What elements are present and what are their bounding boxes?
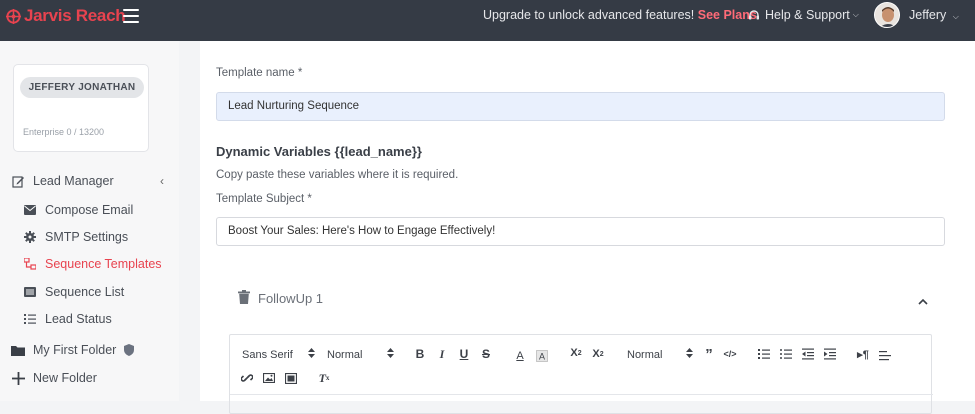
sitemap-icon xyxy=(23,257,37,271)
brand-name: Jarvis Reach xyxy=(24,6,126,25)
tasks-icon xyxy=(23,312,37,326)
sidebar-item-lead-status[interactable]: Lead Status xyxy=(23,312,112,326)
video-icon[interactable] xyxy=(283,370,299,386)
sort-arrows-icon[interactable] xyxy=(387,348,394,358)
envelope-icon xyxy=(23,203,37,217)
link-icon[interactable] xyxy=(239,370,255,386)
dynamic-variables-heading: Dynamic Variables {{lead_name}} xyxy=(216,144,422,159)
user-name: Jeffery xyxy=(909,8,947,22)
template-subject-label: Template Subject * xyxy=(216,193,312,205)
sidebar-item-sequence-templates[interactable]: Sequence Templates xyxy=(23,257,162,271)
font-size-value: Normal xyxy=(327,349,363,361)
gear-icon xyxy=(23,230,37,244)
logo-icon xyxy=(6,8,21,24)
sidebar-item-lead-manager[interactable]: Lead Manager xyxy=(11,174,114,188)
profile-name: JEFFERY JONATHAN xyxy=(20,77,144,98)
blockquote-icon[interactable]: ” xyxy=(701,346,717,363)
toolbar-divider xyxy=(230,394,933,395)
outdent-icon[interactable] xyxy=(800,346,816,362)
upgrade-text: Upgrade to unlock advanced features! xyxy=(483,8,695,22)
font-size-select[interactable]: Normal xyxy=(327,349,362,361)
brand-logo[interactable]: Jarvis Reach xyxy=(6,6,126,26)
headset-icon xyxy=(749,10,759,20)
text-direction-icon[interactable]: ▸¶ xyxy=(855,346,871,362)
font-family-select[interactable]: Sans Serif xyxy=(242,349,293,361)
sidebar-item-label: SMTP Settings xyxy=(45,230,129,244)
sidebar-item-label: Sequence List xyxy=(45,285,125,299)
rich-text-editor: Sans Serif Normal B I U S A A X2 X2 Norm… xyxy=(229,334,933,414)
profile-card: JEFFERY JONATHAN Enterprise 0 / 13200 xyxy=(13,64,149,152)
help-support-menu[interactable]: Help & Support ⌵ xyxy=(748,8,859,22)
align-icon[interactable] xyxy=(877,348,893,364)
template-name-label: Template name * xyxy=(216,67,303,79)
top-navbar: Jarvis Reach Upgrade to unlock advanced … xyxy=(0,0,975,41)
followup-header: FollowUp 1 xyxy=(238,290,323,307)
plus-icon xyxy=(11,371,25,385)
template-name-input[interactable]: Lead Nurturing Sequence xyxy=(216,92,945,121)
clear-formatting-icon[interactable]: Tx xyxy=(316,370,332,386)
sidebar-item-sequence-list[interactable]: Sequence List xyxy=(23,285,124,299)
chevron-down-icon: ⌵ xyxy=(952,12,959,21)
trash-icon[interactable] xyxy=(238,290,250,307)
dynamic-variables-help: Copy paste these variables where it is r… xyxy=(216,169,459,181)
heading-select[interactable]: Normal xyxy=(627,349,662,361)
sidebar-item-label: Lead Manager xyxy=(33,174,114,188)
user-menu[interactable]: Jeffery ⌵ xyxy=(909,8,959,22)
help-label: Help & Support xyxy=(765,8,850,22)
chevron-down-icon: ⌵ xyxy=(852,10,859,19)
font-family-value: Sans Serif xyxy=(242,349,293,361)
indent-icon[interactable] xyxy=(822,346,838,362)
sidebar-item-my-first-folder[interactable]: My First Folder xyxy=(11,343,135,357)
avatar[interactable] xyxy=(874,2,900,28)
italic-icon[interactable]: I xyxy=(434,346,450,362)
followup-label: FollowUp 1 xyxy=(258,291,324,306)
chevron-up-icon[interactable] xyxy=(918,292,928,310)
sidebar-item-label: My First Folder xyxy=(33,343,117,357)
sidebar-item-label: New Folder xyxy=(33,371,97,385)
heading-value: Normal xyxy=(627,349,663,361)
sidebar: JEFFERY JONATHAN Enterprise 0 / 13200 Le… xyxy=(0,41,179,401)
bullet-list-icon[interactable] xyxy=(778,346,794,362)
sidebar-item-label: Compose Email xyxy=(45,203,134,217)
superscript-icon[interactable]: X2 xyxy=(568,345,584,361)
ordered-list-icon[interactable] xyxy=(756,346,772,362)
sort-arrows-icon[interactable] xyxy=(686,348,693,358)
sidebar-item-new-folder[interactable]: New Folder xyxy=(11,371,97,385)
strikethrough-icon[interactable]: S xyxy=(478,346,494,362)
template-subject-input[interactable]: Boost Your Sales: Here's How to Engage E… xyxy=(216,217,945,246)
plan-usage: Enterprise 0 / 13200 xyxy=(23,127,105,137)
upgrade-banner: Upgrade to unlock advanced features! See… xyxy=(483,8,757,22)
chevron-left-icon[interactable]: ‹ xyxy=(160,174,164,188)
shield-icon xyxy=(124,344,135,356)
edit-icon xyxy=(11,174,25,188)
folder-icon xyxy=(11,343,25,357)
background-color-icon[interactable]: A xyxy=(534,348,550,364)
underline-icon[interactable]: U xyxy=(456,346,472,362)
subscript-icon[interactable]: X2 xyxy=(590,346,606,362)
list-icon xyxy=(23,285,37,299)
image-icon[interactable] xyxy=(261,370,277,386)
sidebar-item-smtp-settings[interactable]: SMTP Settings xyxy=(23,230,128,244)
main-content: Template name * Lead Nurturing Sequence … xyxy=(200,41,975,414)
sidebar-item-compose-email[interactable]: Compose Email xyxy=(23,203,133,217)
sort-arrows-icon[interactable] xyxy=(308,348,315,358)
code-icon[interactable]: </> xyxy=(722,346,738,362)
menu-toggle-icon[interactable] xyxy=(123,9,139,23)
bold-icon[interactable]: B xyxy=(412,346,428,362)
sidebar-item-label: Sequence Templates xyxy=(45,257,162,271)
text-color-icon[interactable]: A xyxy=(512,348,528,364)
sidebar-item-label: Lead Status xyxy=(45,312,112,326)
svg-text:A: A xyxy=(539,352,545,362)
